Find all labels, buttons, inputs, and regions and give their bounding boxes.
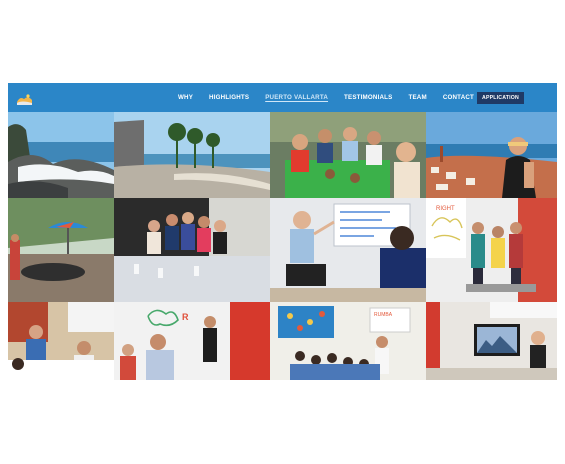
photo-classroom-brain[interactable]: R [114, 302, 270, 380]
nav-why[interactable]: WHY [178, 94, 193, 101]
svg-text:RIGHT: RIGHT [436, 206, 455, 212]
photo-rocky-shoreline[interactable] [8, 112, 114, 198]
photo-presenter-screen[interactable] [426, 302, 557, 380]
photo-students-classroom[interactable]: RIGHT [426, 198, 557, 302]
brand-logo[interactable] [16, 92, 33, 106]
svg-text:RUMBA: RUMBA [374, 312, 393, 318]
svg-text:R: R [182, 312, 189, 322]
nav-contact[interactable]: CONTACT [443, 94, 474, 101]
photo-gallery: RIGHT R RUMBA [8, 112, 557, 380]
nav-team[interactable]: TEAM [408, 94, 426, 101]
photo-children-classroom[interactable]: RUMBA [270, 302, 426, 380]
website-screenshot: WHY HIGHLIGHTS PUERTO VALLARTA TESTIMONI… [8, 83, 557, 380]
photo-pool-terrace[interactable] [8, 198, 114, 302]
photo-city-overlook[interactable] [426, 112, 557, 198]
nav-puerto-vallarta[interactable]: PUERTO VALLARTA [265, 94, 328, 101]
photo-group-dinner[interactable] [270, 112, 426, 198]
photo-whiteboard-lesson[interactable] [270, 198, 426, 302]
top-navbar: WHY HIGHLIGHTS PUERTO VALLARTA TESTIMONI… [8, 83, 557, 112]
photo-group-restaurant[interactable] [114, 198, 270, 302]
photo-classroom-seated[interactable] [8, 302, 114, 380]
photo-malecon-boardwalk[interactable] [114, 112, 270, 198]
nav-testimonials[interactable]: TESTIMONIALS [344, 94, 392, 101]
nav-highlights[interactable]: HIGHLIGHTS [209, 94, 249, 101]
application-button[interactable]: APPLICATION [477, 92, 524, 104]
main-navigation: WHY HIGHLIGHTS PUERTO VALLARTA TESTIMONI… [178, 83, 490, 112]
